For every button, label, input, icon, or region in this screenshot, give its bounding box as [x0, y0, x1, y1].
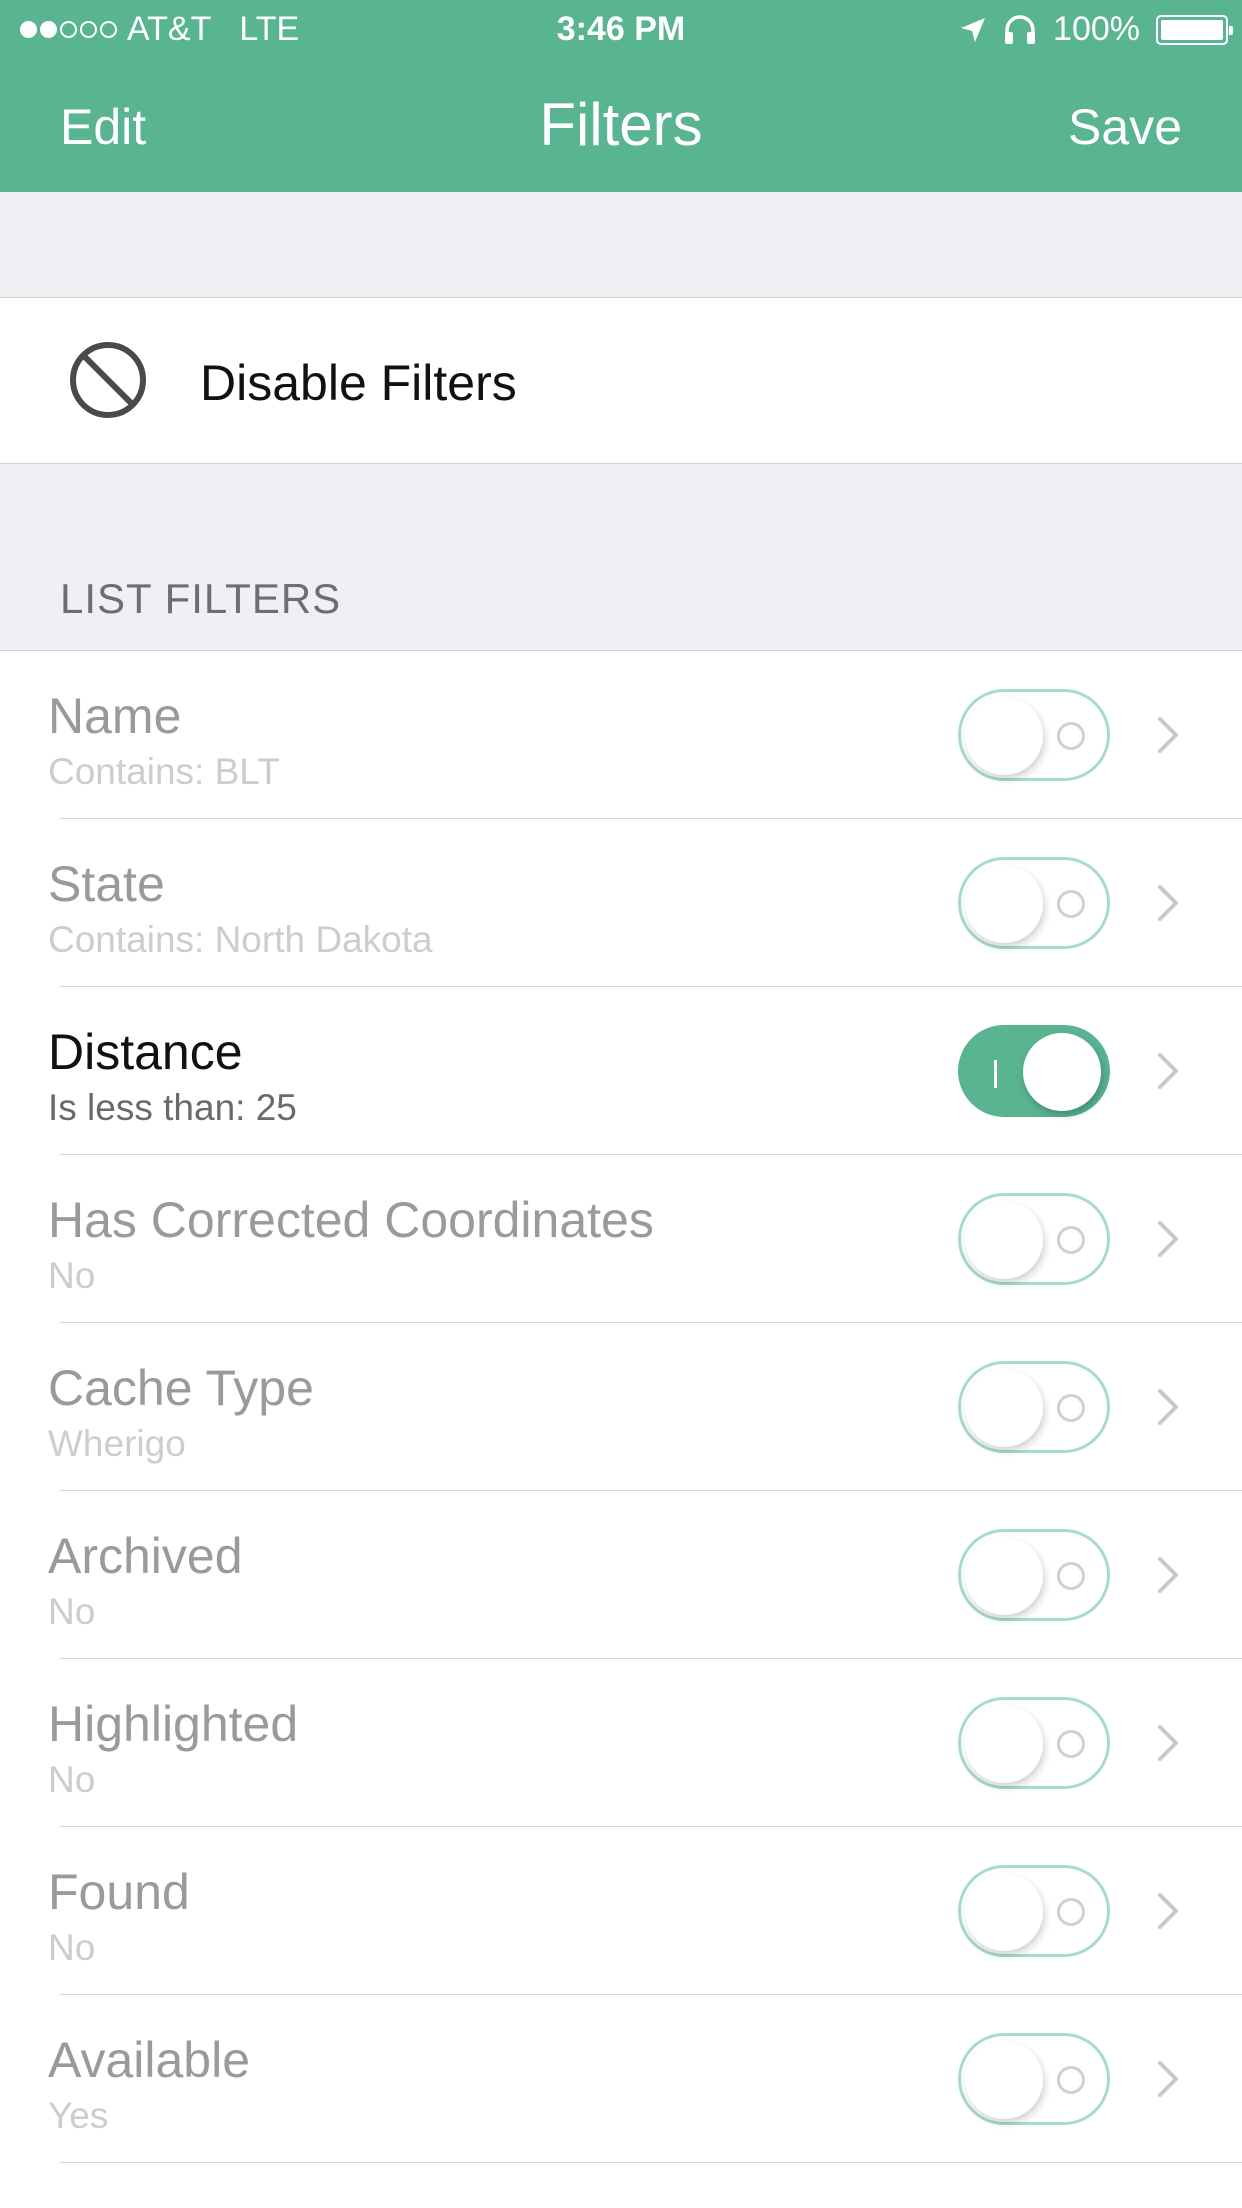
filter-list: Name Contains: BLT State Contains: North Da… [0, 650, 1242, 2208]
filter-title: Archived [48, 1528, 243, 1584]
toggle-knob[interactable] [965, 865, 1043, 943]
filter-toggle[interactable] [958, 1529, 1110, 1621]
filter-toggle[interactable] [958, 1865, 1110, 1957]
chevron-right-icon[interactable] [1156, 1387, 1180, 1427]
disable-filters-row[interactable]: Disable Filters [0, 297, 1242, 464]
save-button[interactable]: Save [1068, 98, 1182, 156]
filter-title: Name [48, 688, 182, 744]
filter-condition: No [48, 1255, 96, 1296]
chevron-right-icon[interactable] [1156, 2059, 1180, 2099]
filter-condition: No [48, 1759, 96, 1800]
toggle-knob[interactable] [965, 697, 1043, 775]
toggle-off-mark [1057, 2066, 1085, 2094]
chevron-right-icon[interactable] [1156, 715, 1180, 755]
filter-condition: No [48, 1927, 96, 1968]
filter-toggle[interactable] [958, 689, 1110, 781]
location-arrow-icon [961, 17, 986, 42]
chevron-right-icon[interactable] [1156, 1555, 1180, 1595]
toggle-knob[interactable] [965, 1873, 1043, 1951]
toggle-knob[interactable] [965, 1537, 1043, 1615]
filter-row[interactable]: Name Contains: BLT [0, 651, 1242, 819]
toggle-knob[interactable] [965, 1369, 1043, 1447]
toggle-off-mark [1057, 722, 1085, 750]
toggle-off-mark [1057, 1394, 1085, 1422]
filter-title: Available [48, 2032, 251, 2088]
filter-toggle[interactable] [958, 2033, 1110, 2125]
status-right: 100% [959, 10, 1233, 49]
filter-title: State [48, 856, 165, 912]
ban-icon [70, 342, 146, 418]
filter-condition: Contains: BLT [48, 751, 280, 792]
chevron-right-icon[interactable] [1156, 1219, 1180, 1259]
filter-row[interactable]: State Contains: North Dakota [0, 819, 1242, 987]
battery-icon [1156, 14, 1233, 45]
filter-toggle[interactable] [958, 857, 1110, 949]
headphones-icon [1005, 14, 1036, 44]
filter-condition: Wherigo [48, 1423, 186, 1464]
battery-fill [1161, 19, 1223, 40]
disable-filters-label: Disable Filters [200, 355, 517, 411]
chevron-right-icon[interactable] [1156, 1051, 1180, 1091]
toggle-off-mark [1057, 1562, 1085, 1590]
chevron-right-icon[interactable] [1156, 1891, 1180, 1931]
filter-row[interactable]: Available Yes [0, 1995, 1242, 2163]
section-header-list-filters: LIST FILTERS [60, 575, 342, 622]
toggle-knob[interactable] [965, 1705, 1043, 1783]
toggle-off-mark [1057, 890, 1085, 918]
filter-row[interactable]: Highlighted No [0, 1659, 1242, 1827]
chevron-right-icon[interactable] [1156, 1723, 1180, 1763]
filter-toggle[interactable] [958, 1025, 1110, 1117]
chevron-right-icon[interactable] [1156, 883, 1180, 923]
filter-condition: Yes [48, 2095, 109, 2136]
filter-condition: No [48, 1591, 96, 1632]
toggle-off-mark [1057, 1898, 1085, 1926]
filter-title: Distance [48, 1024, 243, 1080]
filter-row[interactable]: Has Corrected Coordinates No [0, 1155, 1242, 1323]
filter-toggle[interactable] [958, 1361, 1110, 1453]
filter-row[interactable]: Archived No [0, 1491, 1242, 1659]
toggle-knob[interactable] [965, 1201, 1043, 1279]
page-title: Filters [539, 91, 703, 158]
status-bar: AT&T LTE 3:46 PM 100% [0, 0, 1242, 60]
filter-toggle[interactable] [958, 1193, 1110, 1285]
toggle-on-mark [994, 1060, 997, 1088]
filter-toggle[interactable] [958, 1697, 1110, 1789]
filter-row[interactable]: Found No [0, 1827, 1242, 1995]
filter-condition: Is less than: 25 [48, 1087, 297, 1128]
battery-percent: 100% [1053, 10, 1140, 48]
toggle-knob[interactable] [965, 2041, 1043, 2119]
filter-row[interactable]: Distance Is less than: 25 [0, 987, 1242, 1155]
filter-title: Highlighted [48, 1696, 299, 1752]
filter-row[interactable]: Cache Type Wherigo [0, 1323, 1242, 1491]
filter-title: Found [48, 1864, 190, 1920]
filter-condition: Contains: North Dakota [48, 919, 433, 960]
filter-title: Cache Type [48, 1360, 314, 1416]
navigation-bar: AT&T LTE 3:46 PM 100% Edit Filters Save [0, 0, 1242, 192]
filter-title: Has Corrected Coordinates [48, 1192, 654, 1248]
toggle-off-mark [1057, 1730, 1085, 1758]
toggle-off-mark [1057, 1226, 1085, 1254]
toggle-knob[interactable] [1023, 1033, 1101, 1111]
